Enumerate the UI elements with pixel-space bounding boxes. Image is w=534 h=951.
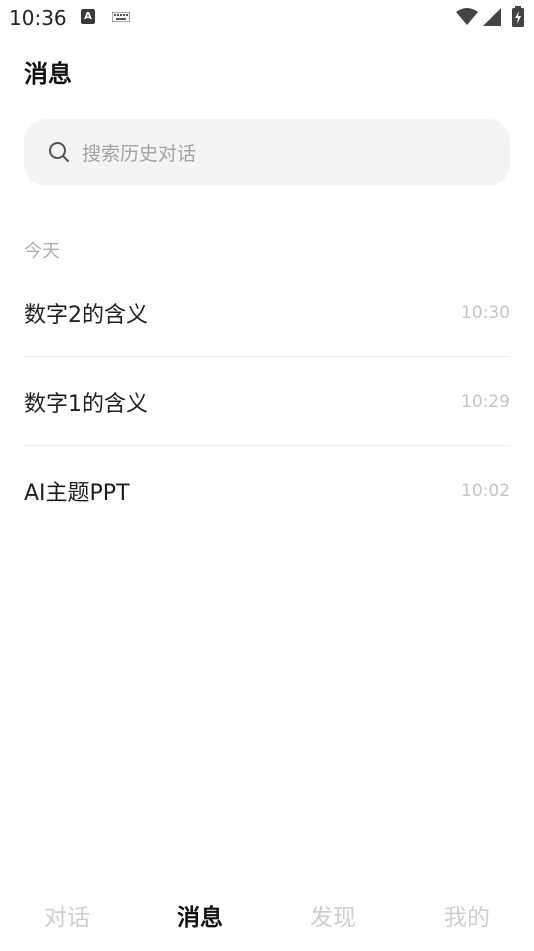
section-label-today: 今天 <box>24 241 60 262</box>
bottom-nav: 对话 消息 发现 我的 <box>0 880 534 948</box>
chat-time: 10:02 <box>461 481 510 501</box>
tab-discover[interactable]: 发现 <box>288 898 378 932</box>
status-bar: 10:36 A <box>0 0 534 36</box>
chat-title: 数字2的含义 <box>24 303 148 328</box>
keyboard-icon <box>112 12 130 22</box>
search-icon <box>49 142 69 162</box>
list-item[interactable]: 数字1的含义 10:29 <box>24 357 510 446</box>
wifi-icon <box>456 8 478 25</box>
search-box[interactable]: 搜索历史对话 <box>24 119 510 186</box>
chat-title: 数字1的含义 <box>24 392 148 417</box>
page-title: 消息 <box>24 60 72 88</box>
tab-chat[interactable]: 对话 <box>22 898 112 932</box>
list-item[interactable]: AI主题PPT 10:02 <box>24 446 510 535</box>
tab-messages[interactable]: 消息 <box>155 898 245 932</box>
status-time: 10:36 <box>9 6 67 30</box>
search-input[interactable]: 搜索历史对话 <box>82 139 196 166</box>
chat-time: 10:30 <box>461 303 510 323</box>
chat-title: AI主题PPT <box>24 481 130 506</box>
tab-profile[interactable]: 我的 <box>422 898 512 932</box>
a-notification-icon: A <box>81 9 95 24</box>
list-item[interactable]: 数字2的含义 10:30 <box>24 268 510 357</box>
chat-history-list: 数字2的含义 10:30 数字1的含义 10:29 AI主题PPT 10:02 <box>24 268 510 535</box>
chat-time: 10:29 <box>461 392 510 412</box>
signal-icon <box>483 8 501 26</box>
battery-icon <box>512 6 524 27</box>
